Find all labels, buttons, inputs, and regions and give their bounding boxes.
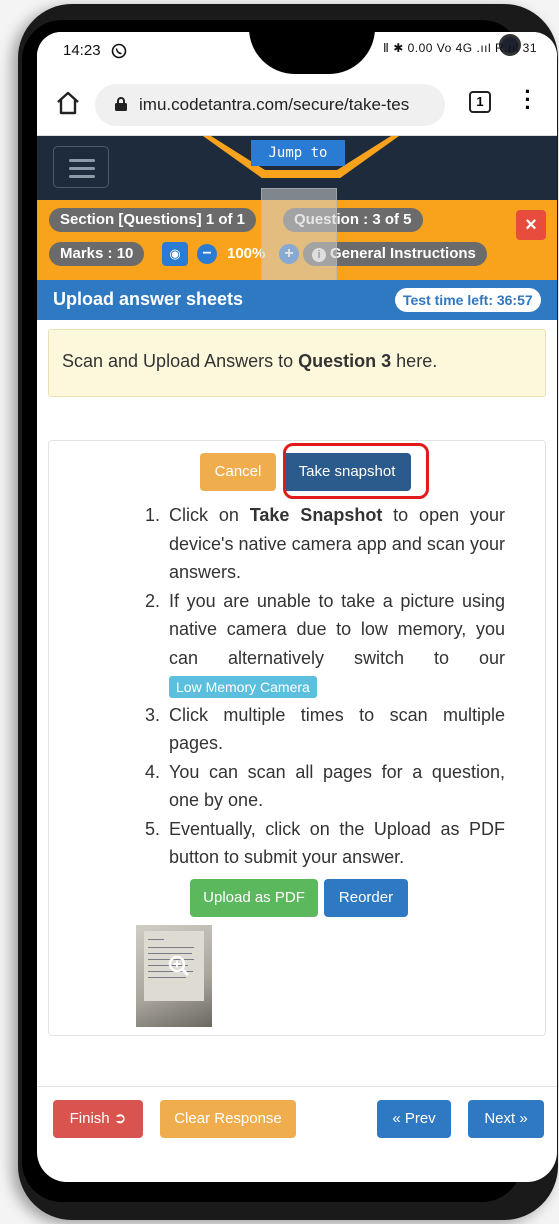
finish-label: Finish	[69, 1110, 110, 1127]
notice-question: Question 3	[298, 351, 392, 371]
list-item: 5. Eventually, click on the Upload as PDF…	[145, 818, 505, 868]
list-item: 3. Click multiple times to scan multiple …	[145, 704, 505, 754]
list-item: 1. Click on Take Snapshot to open your de…	[145, 505, 505, 582]
upload-as-pdf-button[interactable]: Upload as PDF	[190, 879, 318, 917]
zoom-in-magnifier-icon[interactable]	[168, 955, 190, 977]
jump-to-button[interactable]: Jump to	[251, 140, 345, 166]
status-bar: 14:23 Ⅱ ✱ 0.00 Vo 4G .ııl R.ııl 31	[37, 32, 557, 74]
low-memory-camera-button[interactable]: Low Memory Camera	[169, 676, 317, 699]
marks-badge: Marks : 10	[49, 242, 145, 266]
snapshot-highlight	[283, 443, 429, 499]
status-time: 14:23	[63, 42, 101, 59]
screen: 14:23 Ⅱ ✱ 0.00 Vo 4G .ııl R.ııl 31 imu.c…	[37, 32, 557, 1182]
notice-text: Scan and Upload Answers to	[62, 351, 299, 371]
section-title-bar: Upload answer sheets Test time left: 36:…	[37, 280, 557, 320]
section-badge[interactable]: Section [Questions] 1 of 1	[49, 208, 257, 232]
home-icon[interactable]	[55, 90, 81, 116]
browser-menu-icon[interactable]: · · ·	[523, 81, 533, 119]
footer-divider	[37, 1086, 557, 1087]
upload-notice: Scan and Upload Answers to Question 3 he…	[48, 329, 546, 397]
lock-icon	[115, 97, 127, 111]
hamburger-menu-icon[interactable]	[53, 146, 109, 188]
scanned-page-thumbnail[interactable]	[136, 925, 212, 1027]
page-title: Upload answer sheets	[53, 289, 244, 309]
prev-button[interactable]: « Prev	[377, 1100, 451, 1138]
zoom-out-icon[interactable]: −	[197, 244, 217, 264]
jump-to-tab: Jump to	[203, 136, 399, 178]
finish-button[interactable]: Finish ➲	[53, 1100, 143, 1138]
next-button[interactable]: Next »	[468, 1100, 544, 1138]
url-field[interactable]: imu.codetantra.com/secure/take-tes	[95, 84, 445, 126]
whatsapp-icon	[111, 43, 127, 59]
url-text: imu.codetantra.com/secure/take-tes	[139, 95, 410, 114]
clear-response-button[interactable]: Clear Response	[160, 1100, 296, 1138]
browser-toolbar: imu.codetantra.com/secure/take-tes 1 · · ·	[37, 76, 557, 136]
drag-overlay	[261, 188, 337, 292]
list-item: 4. You can scan all pages for a question,…	[145, 761, 505, 811]
general-instructions-label: General Instructions	[330, 245, 476, 262]
upload-panel: Cancel Take snapshot 1. Click on Take Sna…	[48, 440, 546, 1036]
instructions-list: 1. Click on Take Snapshot to open your de…	[145, 501, 505, 872]
sign-out-icon: ➲	[113, 1110, 127, 1127]
reorder-button[interactable]: Reorder	[324, 879, 408, 917]
tab-switcher-icon[interactable]: 1	[469, 91, 491, 113]
zoom-level: 100%	[227, 245, 266, 262]
status-icons: Ⅱ ✱ 0.00 Vo 4G .ııl R.ııl 31	[382, 41, 537, 55]
notice-suffix: here.	[391, 351, 438, 371]
cancel-button[interactable]: Cancel	[200, 453, 276, 491]
timer-badge: Test time left: 36:57	[395, 288, 541, 312]
close-button[interactable]: ×	[516, 210, 546, 240]
camera-notch	[249, 32, 521, 74]
comment-icon[interactable]: ◉	[162, 242, 188, 266]
list-item: 2. If you are unable to take a picture us…	[145, 587, 505, 701]
